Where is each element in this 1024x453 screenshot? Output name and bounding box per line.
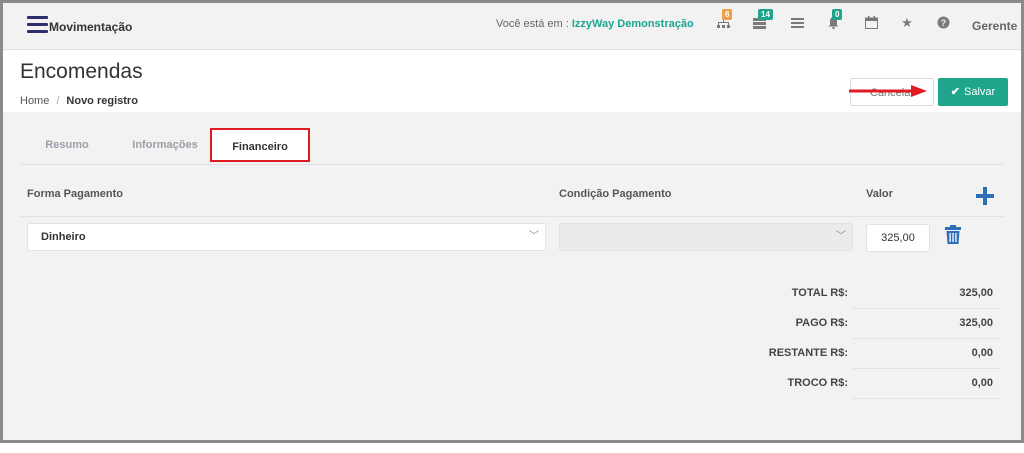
restante-label: RESTANTE R$: xyxy=(768,347,848,359)
chevron-down-icon: ﹀ xyxy=(836,231,846,242)
restante-value: 0,00 xyxy=(971,347,993,359)
forma-pagamento-header: Forma Pagamento xyxy=(27,188,123,200)
user-menu[interactable]: Gerente xyxy=(972,19,1017,33)
app-window: Movimentação Você está em : IzzyWay Demo… xyxy=(0,0,1024,443)
total-row: TOTAL R$: 325,00 xyxy=(703,281,1003,311)
grid-icon[interactable]: 14 xyxy=(752,9,773,30)
breadcrumb-current: Novo registro xyxy=(66,95,138,107)
restante-row: RESTANTE R$: 0,00 xyxy=(703,341,1003,371)
check-icon: ✔ xyxy=(950,86,961,98)
location-indicator: Você está em : IzzyWay Demonstração xyxy=(496,18,694,30)
hamburger-menu-icon[interactable] xyxy=(27,16,48,34)
valor-input[interactable]: 325,00 xyxy=(866,224,930,252)
tab-informacoes[interactable]: Informações xyxy=(120,128,210,162)
pago-label: PAGO R$: xyxy=(795,317,848,329)
tab-financeiro[interactable]: Financeiro xyxy=(210,128,310,162)
grid-badge: 14 xyxy=(758,9,773,20)
sitemap-icon[interactable]: 6 xyxy=(716,9,733,30)
calendar-icon[interactable] xyxy=(864,16,878,30)
list-icon[interactable] xyxy=(790,16,804,30)
bell-icon[interactable]: 0 xyxy=(826,9,843,30)
troco-label: TROCO R$: xyxy=(787,377,849,389)
sitemap-badge: 6 xyxy=(722,9,733,20)
breadcrumb: Home / Novo registro xyxy=(20,95,138,107)
cancel-button[interactable]: Cancelar xyxy=(850,78,934,106)
condicao-pagamento-select[interactable]: ﹀ xyxy=(559,223,853,251)
help-icon[interactable]: ? xyxy=(936,16,950,30)
breadcrumb-separator: / xyxy=(56,95,60,107)
total-label: TOTAL R$: xyxy=(791,287,848,299)
page-title: Encomendas xyxy=(20,60,143,83)
header-divider xyxy=(20,216,1004,217)
tab-bar: Resumo Informações Financeiro xyxy=(20,128,1004,165)
app-title: Movimentação xyxy=(49,20,133,34)
svg-text:?: ? xyxy=(940,18,946,28)
location-prefix: Você está em : xyxy=(496,18,569,30)
forma-pagamento-value: Dinheiro xyxy=(41,231,86,243)
chevron-down-icon: ﹀ xyxy=(529,231,539,242)
save-label: Salvar xyxy=(964,86,996,98)
add-payment-icon[interactable] xyxy=(976,187,994,205)
star-icon[interactable]: ★ xyxy=(900,16,914,30)
tab-resumo[interactable]: Resumo xyxy=(30,128,104,162)
pago-row: PAGO R$: 325,00 xyxy=(703,311,1003,341)
troco-row: TROCO R$: 0,00 xyxy=(703,371,1003,401)
save-button[interactable]: ✔ Salvar xyxy=(938,78,1008,106)
total-value: 325,00 xyxy=(959,287,993,299)
cancel-label: Cancelar xyxy=(869,87,915,99)
breadcrumb-home[interactable]: Home xyxy=(20,95,49,107)
forma-pagamento-select[interactable]: Dinheiro ﹀ xyxy=(27,223,546,251)
company-name[interactable]: IzzyWay Demonstração xyxy=(572,18,694,30)
condicao-pagamento-header: Condição Pagamento xyxy=(559,188,672,200)
top-bar: Movimentação Você está em : IzzyWay Demo… xyxy=(3,3,1021,50)
totals-panel: TOTAL R$: 325,00 PAGO R$: 325,00 RESTANT… xyxy=(703,281,1003,401)
page-header: Encomendas Home / Novo registro Cancelar ✔… xyxy=(3,50,1021,112)
bell-badge: 0 xyxy=(832,9,843,20)
pago-value: 325,00 xyxy=(959,317,993,329)
valor-header: Valor xyxy=(866,188,893,200)
trash-icon[interactable] xyxy=(945,225,961,245)
troco-value: 0,00 xyxy=(971,377,993,389)
